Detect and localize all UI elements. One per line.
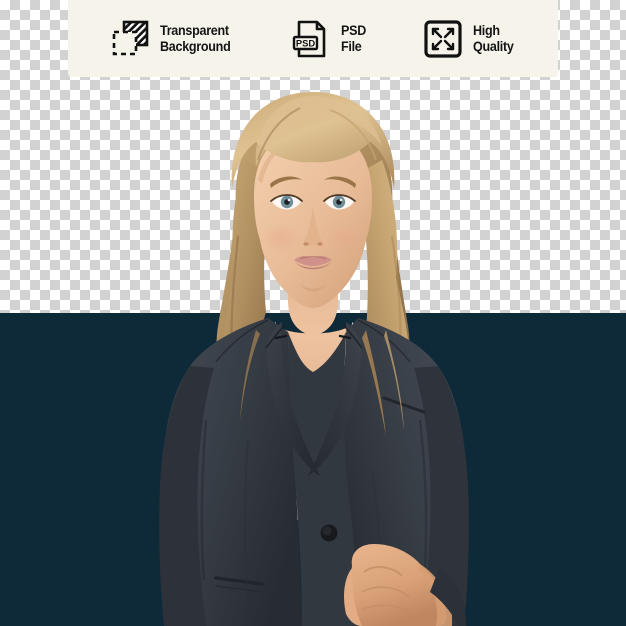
feature-line2: Background: [160, 38, 231, 54]
feature-high-quality: High Quality: [422, 18, 517, 60]
feature-transparent-background: Transparent Background: [109, 18, 236, 60]
feature-line2: Quality: [473, 38, 514, 54]
feature-line2: File: [341, 38, 362, 54]
transparent-background-icon: [109, 18, 151, 60]
psd-file-icon: PSD: [290, 18, 332, 60]
feature-label-high-quality: High Quality: [473, 23, 514, 54]
cheek-left: [261, 223, 301, 253]
feature-line1: Transparent: [160, 23, 229, 38]
cheek-right: [325, 223, 365, 253]
feature-line1: High: [473, 23, 500, 38]
psd-icon-text: PSD: [296, 37, 316, 48]
nostril-right: [317, 242, 323, 246]
product-preview-canvas: Transparent Background PSD PSD File High…: [0, 0, 626, 626]
feature-banner: Transparent Background PSD PSD File High…: [68, 0, 558, 77]
high-quality-icon: [422, 18, 464, 60]
feature-line1: PSD: [341, 23, 367, 38]
feature-label-transparent-background: Transparent Background: [160, 23, 231, 54]
feature-psd-file: PSD PSD File: [290, 18, 368, 60]
jacket-button-inner: [322, 526, 332, 536]
businesswoman-portrait: [0, 0, 626, 626]
nostril-left: [303, 242, 309, 246]
feature-label-psd-file: PSD File: [341, 23, 366, 54]
